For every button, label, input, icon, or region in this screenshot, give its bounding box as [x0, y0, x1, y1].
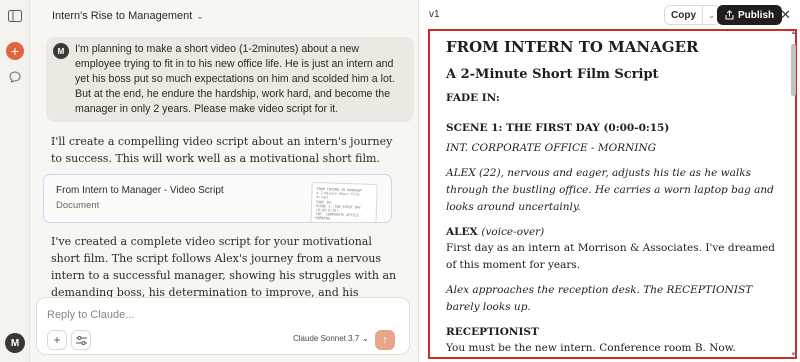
user-avatar[interactable]: M [5, 333, 25, 353]
message-avatar: M [53, 43, 69, 59]
chats-icon[interactable] [6, 68, 24, 86]
share-icon [725, 10, 734, 20]
thumbnail-location: INT. CORPORATE OFFICE - MORNING [315, 212, 363, 221]
artifact-panel: v1 Copy ⌄ Publish ✕ FROM INTERN TO MANAG… [418, 0, 800, 362]
script-subtitle: A 2-Minute Short Film Script [446, 67, 659, 82]
new-chat-icon[interactable]: + [6, 42, 24, 60]
character-receptionist: RECEPTIONIST [446, 326, 539, 338]
script-document: FROM INTERN TO MANAGER A 2-Minute Short … [428, 29, 797, 359]
artifact-thumbnail: FROM INTERN TO MANAGER A 2-Minute Short … [310, 181, 378, 222]
scene-location: INT. CORPORATE OFFICE - MORNING [446, 142, 657, 154]
scroll-thumb[interactable] [791, 44, 796, 96]
left-rail: + M [0, 0, 30, 362]
model-chevron-icon: ⌄ [362, 334, 369, 343]
artifact-card[interactable]: From Intern to Manager - Video Script Do… [43, 174, 392, 223]
artifact-card-title: From Intern to Manager - Video Script [56, 185, 224, 196]
scroll-down-icon[interactable]: ▼ [790, 352, 797, 358]
chat-title-menu[interactable]: Intern's Rise to Management ⌄ [52, 8, 204, 24]
model-selector[interactable]: Claude Sonnet 3.7 ⌄ [293, 334, 369, 343]
script-title: FROM INTERN TO MANAGER [446, 38, 699, 56]
send-arrow-icon[interactable]: ↑ [375, 330, 395, 350]
sidebar-toggle-icon[interactable] [6, 7, 24, 25]
parenthetical: (voice-over) [481, 226, 545, 238]
dialogue-receptionist: You must be the new intern. Conference r… [446, 342, 736, 354]
attach-plus-icon[interactable]: + [47, 330, 67, 350]
scrollbar[interactable]: ▲ ▼ [790, 30, 797, 358]
copy-button-group: Copy ⌄ [664, 5, 721, 25]
character-alex: ALEX (voice-over) [446, 225, 780, 240]
scene-action-2: Alex approaches the reception desk. The … [446, 284, 753, 313]
chevron-down-icon: ⌄ [196, 10, 204, 21]
character-name: ALEX [446, 226, 478, 238]
composer: + Claude Sonnet 3.7 ⌄ ↑ [36, 297, 410, 355]
model-name: Claude Sonnet 3.7 [293, 334, 360, 343]
close-icon[interactable]: ✕ [780, 7, 791, 23]
reply-input[interactable] [47, 306, 387, 324]
artifact-card-type: Document [56, 200, 100, 211]
version-label[interactable]: v1 [429, 9, 440, 20]
user-message: M I'm planning to make a short video (1-… [46, 37, 414, 122]
scene-heading: SCENE 1: THE FIRST DAY (0:00-0:15) [446, 122, 670, 134]
fade-in: FADE IN: [446, 92, 500, 104]
chat-title: Intern's Rise to Management [52, 10, 193, 22]
scroll-up-icon[interactable]: ▲ [790, 30, 797, 36]
publish-button[interactable]: Publish [717, 5, 783, 25]
user-message-text: I'm planning to make a short video (1-2m… [75, 43, 395, 115]
tools-sliders-icon[interactable] [71, 330, 91, 350]
publish-label: Publish [738, 9, 775, 21]
copy-button[interactable]: Copy [665, 6, 702, 24]
dialogue-alex: First day as an intern at Morrison & Ass… [446, 242, 775, 271]
scene-action: ALEX (22), nervous and eager, adjusts hi… [446, 167, 774, 213]
chat-column: Intern's Rise to Management ⌄ M I'm plan… [30, 0, 448, 362]
assistant-response-intro: I'll create a compelling video script ab… [51, 135, 393, 165]
